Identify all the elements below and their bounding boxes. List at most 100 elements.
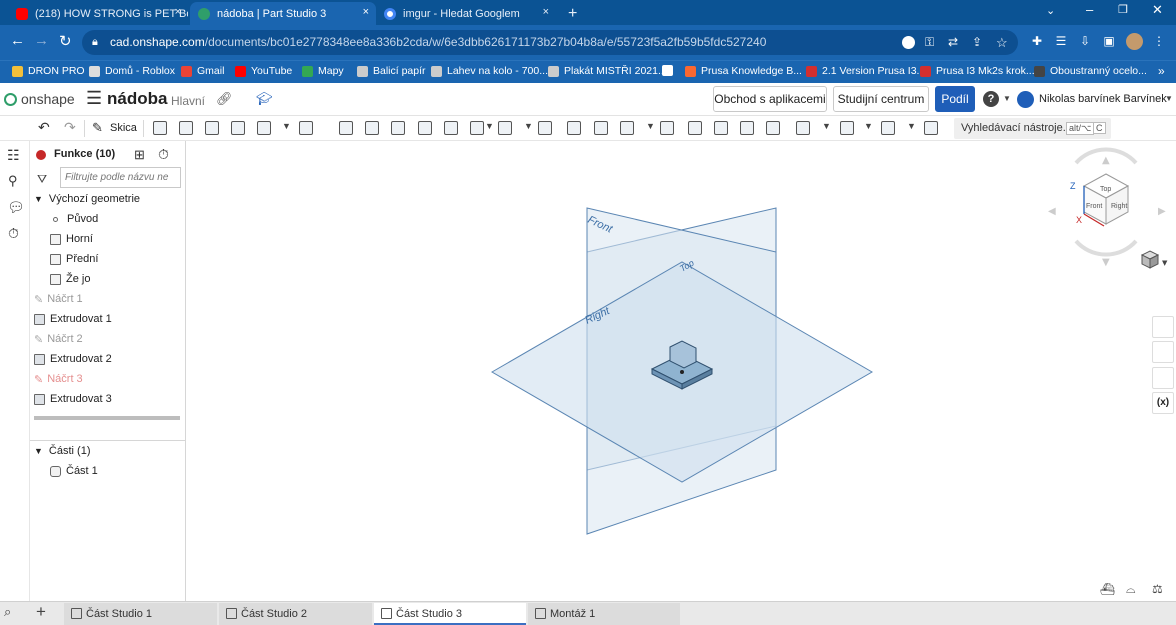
hamburger-menu-icon[interactable]: ☰ — [86, 88, 102, 109]
view-cube[interactable]: Top Front Right Z X ◀ ▶ ▲ ▼ — [1048, 147, 1166, 268]
default-geometry-group[interactable]: ▼ Výchozí geometrie — [34, 189, 140, 209]
rollback-bar[interactable] — [34, 416, 180, 420]
bookmark-item[interactable]: Lahev na kolo - 700... — [431, 65, 548, 77]
download-icon[interactable]: ⇩ — [1078, 34, 1092, 48]
back-icon[interactable]: ← — [10, 32, 25, 49]
bookmark-star-icon[interactable]: ☆ — [996, 30, 1008, 55]
bookmark-item[interactable]: 2.1 Version Prusa I3... — [806, 65, 925, 77]
part-item[interactable]: Část 1 — [50, 461, 98, 481]
link-icon[interactable]: 🔗︎ — [216, 91, 233, 107]
undo-icon[interactable]: ↶ — [38, 119, 50, 136]
sweep-icon[interactable] — [205, 121, 219, 135]
graphics-viewport[interactable]: Front Right Top Top Front Right Z X ◀ ▶ — [186, 141, 1176, 601]
rotate-left-icon[interactable]: ◀ — [1048, 206, 1056, 217]
chevron-down-icon[interactable]: ▼ — [34, 446, 43, 456]
chevron-down-icon[interactable]: ▼ — [822, 121, 831, 131]
feature-item[interactable]: Horní — [50, 229, 93, 249]
maximize-icon[interactable]: ❐ — [1118, 3, 1128, 16]
bookmark-item[interactable]: Balicí papír — [357, 65, 426, 77]
help-icon[interactable]: ? — [983, 91, 999, 107]
custom-features-panel-icon[interactable] — [1152, 367, 1174, 389]
close-icon[interactable]: × — [363, 6, 369, 18]
parts-group[interactable]: ▼ Části (1) — [34, 441, 90, 461]
extrude-icon[interactable] — [153, 121, 167, 135]
redo-icon[interactable]: ↷ — [64, 119, 76, 136]
mirror-icon[interactable] — [538, 121, 552, 135]
translate-icon[interactable]: ⇄ — [948, 30, 958, 55]
comments-icon[interactable]: 💬︎ — [7, 199, 25, 216]
search-tabs-icon[interactable]: ⌕ — [4, 604, 11, 620]
timer-icon[interactable]: ⏱︎ — [8, 225, 19, 242]
rotate-down-icon[interactable]: ▼ — [1102, 257, 1110, 268]
menu-icon[interactable]: ⋮ — [1152, 34, 1166, 48]
element-tab[interactable]: Část Studio 1 — [64, 603, 217, 625]
feature-item[interactable]: ✎ Náčrt 1 — [34, 289, 83, 309]
feature-item[interactable]: ✎ Náčrt 2 — [34, 329, 83, 349]
pattern-icon[interactable] — [498, 121, 512, 135]
new-tab-button[interactable]: + — [560, 2, 586, 25]
share-button[interactable]: Podíl — [935, 86, 975, 112]
bookmark-item[interactable]: Domů - Roblox — [89, 65, 175, 77]
filter-icon[interactable]: ⛛ — [37, 172, 47, 187]
bottom-right-view-tools[interactable]: ⛴ ⌓ ⚖ — [1100, 582, 1163, 596]
bookmark-item[interactable]: Plakát MISTŘI 2021... — [548, 65, 667, 77]
thread-icon[interactable] — [470, 121, 484, 135]
branch-label[interactable]: Hlavní — [171, 94, 205, 108]
reload-icon[interactable]: ↻ — [59, 32, 72, 50]
frame-icon[interactable] — [881, 121, 895, 135]
offset-surface-icon[interactable] — [766, 121, 780, 135]
rotate-right-icon[interactable]: ▶ — [1158, 206, 1166, 217]
window-close-icon[interactable]: ✕ — [1152, 2, 1163, 18]
variables-panel-icon[interactable]: (x) — [1152, 392, 1174, 414]
thicken-icon[interactable] — [257, 121, 271, 135]
loft-icon[interactable] — [231, 121, 245, 135]
configurations-panel-icon[interactable] — [1152, 341, 1174, 363]
chevron-down-icon[interactable]: ▼ — [864, 121, 873, 131]
element-tab[interactable]: Část Studio 2 — [219, 603, 372, 625]
delete-part-icon[interactable] — [660, 121, 674, 135]
feature-item[interactable]: Přední — [50, 249, 98, 269]
feature-item[interactable]: Extrudovat 3 — [34, 389, 112, 409]
user-menu-chevron-icon[interactable]: ▼ — [1165, 94, 1173, 103]
view-options-cube-icon[interactable]: ▼ — [1140, 250, 1168, 269]
browser-tab-youtube[interactable]: (218) HOW STRONG is PET Bottle × — [8, 2, 188, 25]
feature-list-icon[interactable]: ☷ — [7, 147, 20, 164]
shell-icon[interactable] — [418, 121, 432, 135]
add-tab-icon[interactable]: + — [36, 602, 46, 622]
onshape-logo[interactable]: onshape — [21, 91, 75, 107]
google-lens-icon[interactable] — [902, 36, 915, 49]
extensions-icon[interactable]: ✚ — [1030, 34, 1044, 48]
appearance-panel-icon[interactable] — [1152, 316, 1174, 338]
fillet-icon[interactable] — [299, 121, 313, 135]
viewport-canvas[interactable]: Front Right Top Top Front Right Z X ◀ ▶ — [186, 141, 1176, 601]
bookmark-item[interactable]: Prusa I3 Mk2s krok... — [920, 65, 1035, 77]
learning-cap-icon[interactable]: 🎓︎ — [256, 91, 273, 107]
bookmark-item[interactable]: YouTube — [235, 65, 292, 77]
feature-item[interactable]: Extrudovat 2 — [34, 349, 112, 369]
variables-icon[interactable]: ⚲ — [8, 173, 18, 189]
user-avatar[interactable] — [1017, 91, 1034, 108]
modify-fillet-icon[interactable] — [688, 121, 702, 135]
close-icon[interactable]: × — [175, 6, 181, 18]
bookmark-item[interactable]: Prusa Knowledge B... — [685, 65, 802, 77]
draft-icon[interactable] — [365, 121, 379, 135]
sketch-button[interactable]: Skica — [110, 122, 137, 134]
feature-item[interactable]: ✎ Náčrt 3 — [34, 369, 83, 389]
document-title[interactable]: nádoba — [107, 89, 167, 109]
bookmark-item[interactable]: Gmail — [181, 65, 224, 77]
bookmark-item[interactable]: Oboustranný ocelo... — [1034, 65, 1147, 77]
measure-icon[interactable]: ⌓ — [1126, 582, 1136, 596]
element-tab[interactable]: Montáž 1 — [528, 603, 680, 625]
revolve-icon[interactable] — [179, 121, 193, 135]
move-face-icon[interactable] — [714, 121, 728, 135]
minimize-icon[interactable]: – — [1086, 2, 1093, 17]
add-folder-icon[interactable]: ⊞ — [134, 147, 145, 163]
split-icon[interactable] — [594, 121, 608, 135]
chevron-down-icon[interactable]: ▼ — [282, 121, 291, 131]
rib-icon[interactable] — [391, 121, 405, 135]
feature-item[interactable]: Že jo — [50, 269, 90, 289]
replace-face-icon[interactable] — [740, 121, 754, 135]
element-tab[interactable]: Část Studio 3 — [374, 603, 526, 625]
close-icon[interactable]: × — [543, 6, 549, 18]
bookmarks-more-icon[interactable]: » — [1158, 64, 1165, 78]
